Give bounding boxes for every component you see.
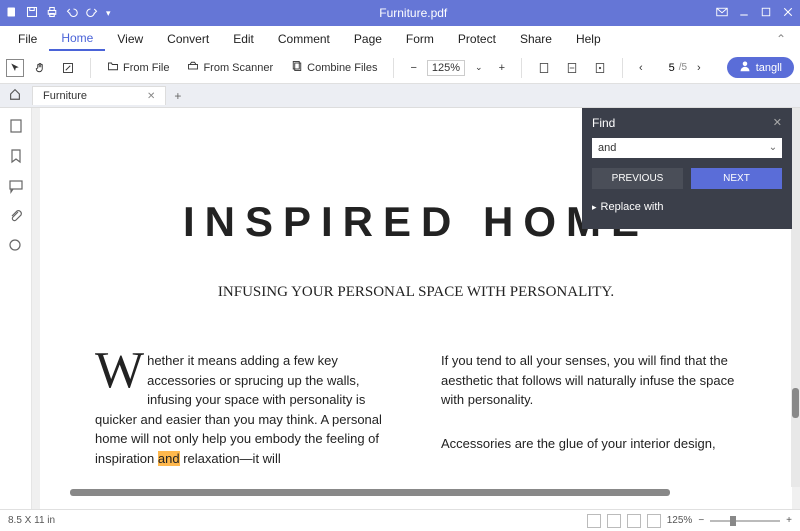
- menu-comment[interactable]: Comment: [266, 28, 342, 50]
- maximize-button[interactable]: [760, 6, 772, 21]
- ribbon-collapse-icon[interactable]: ⌃: [768, 28, 794, 50]
- from-file-button[interactable]: From File: [101, 57, 175, 78]
- user-icon: [739, 60, 751, 75]
- toolbar: From File From Scanner Combine Files − 1…: [0, 52, 800, 84]
- menu-page[interactable]: Page: [342, 28, 394, 50]
- minimize-button[interactable]: [738, 6, 750, 21]
- prev-page-button[interactable]: ‹: [633, 59, 649, 77]
- status-bar: 8.5 X 11 in 125% − +: [0, 509, 800, 531]
- menu-help[interactable]: Help: [564, 28, 613, 50]
- menu-protect[interactable]: Protect: [446, 28, 508, 50]
- combine-icon: [291, 60, 303, 75]
- zoom-out-button[interactable]: −: [404, 59, 422, 77]
- menu-view[interactable]: View: [105, 28, 155, 50]
- find-highlight: and: [158, 451, 180, 466]
- home-tab-icon[interactable]: [0, 87, 30, 104]
- scanner-icon: [187, 60, 199, 75]
- horizontal-scrollbar[interactable]: [40, 489, 790, 499]
- replace-toggle[interactable]: ▸ Replace with: [582, 195, 792, 219]
- thumbnail-panel-icon[interactable]: [8, 118, 24, 134]
- actual-size-icon[interactable]: [588, 59, 612, 77]
- replace-label: Replace with: [601, 201, 664, 213]
- find-previous-button[interactable]: PREVIOUS: [592, 168, 683, 189]
- user-name: tangll: [756, 62, 782, 74]
- zoom-dropdown-icon[interactable]: ⌄: [469, 59, 489, 76]
- from-file-label: From File: [123, 62, 169, 74]
- window-title: Furniture.pdf: [111, 6, 716, 20]
- new-tab-button[interactable]: +: [166, 89, 189, 103]
- zoom-value[interactable]: 125%: [427, 60, 465, 76]
- save-icon[interactable]: [26, 6, 38, 21]
- zoom-in-button[interactable]: +: [493, 59, 511, 77]
- hand-tool-icon[interactable]: [28, 59, 52, 77]
- menu-bar: File Home View Convert Edit Comment Page…: [0, 26, 800, 52]
- tab-label: Furniture: [43, 90, 87, 102]
- menu-form[interactable]: Form: [394, 28, 446, 50]
- title-bar: ▾ Furniture.pdf: [0, 0, 800, 26]
- next-page-button[interactable]: ›: [691, 59, 707, 77]
- tab-close-icon[interactable]: ✕: [147, 91, 155, 102]
- column-left: Whether it means adding a few key access…: [95, 351, 391, 468]
- from-scanner-button[interactable]: From Scanner: [181, 57, 279, 78]
- find-panel: Find ✕ ⌄ PREVIOUS NEXT ▸ Replace with: [582, 108, 792, 229]
- vertical-scrollbar[interactable]: [791, 108, 800, 487]
- page-total: /5: [679, 62, 687, 73]
- menu-file[interactable]: File: [6, 28, 49, 50]
- fit-width-icon[interactable]: [560, 59, 584, 77]
- column-right: If you tend to all your senses, you will…: [441, 351, 737, 468]
- select-tool-icon[interactable]: [6, 59, 24, 77]
- col2-text-a: If you tend to all your senses, you will…: [441, 351, 737, 410]
- find-close-icon[interactable]: ✕: [773, 116, 782, 130]
- menu-convert[interactable]: Convert: [155, 28, 221, 50]
- fit-page-icon[interactable]: [532, 59, 556, 77]
- mail-icon[interactable]: [716, 6, 728, 21]
- comment-panel-icon[interactable]: [8, 178, 24, 194]
- app-logo-icon: [6, 6, 18, 21]
- from-scanner-label: From Scanner: [203, 62, 273, 74]
- menu-share[interactable]: Share: [508, 28, 564, 50]
- col2-text-b: Accessories are the glue of your interio…: [441, 434, 737, 454]
- page-subheading: INFUSING YOUR PERSONAL SPACE WITH PERSON…: [95, 284, 737, 301]
- page-number-input[interactable]: [653, 62, 675, 74]
- print-icon[interactable]: [46, 6, 58, 21]
- folder-icon: [107, 60, 119, 75]
- combine-files-button[interactable]: Combine Files: [285, 57, 383, 78]
- menu-edit[interactable]: Edit: [221, 28, 266, 50]
- edit-tool-icon[interactable]: [56, 59, 80, 77]
- redo-icon[interactable]: [86, 6, 98, 21]
- chevron-right-icon: ▸: [592, 202, 597, 213]
- find-input[interactable]: [592, 138, 764, 158]
- document-tabs: Furniture ✕ +: [0, 84, 800, 108]
- menu-home[interactable]: Home: [49, 27, 105, 51]
- find-options-dropdown-icon[interactable]: ⌄: [764, 138, 782, 158]
- search-panel-icon[interactable]: [8, 238, 24, 254]
- undo-icon[interactable]: [66, 6, 78, 21]
- attachment-panel-icon[interactable]: [8, 208, 24, 224]
- close-button[interactable]: [782, 6, 794, 21]
- bookmark-panel-icon[interactable]: [8, 148, 24, 164]
- drop-cap: W: [95, 351, 147, 391]
- tab-furniture[interactable]: Furniture ✕: [32, 86, 166, 105]
- combine-label: Combine Files: [307, 62, 377, 74]
- find-next-button[interactable]: NEXT: [691, 168, 782, 189]
- col1-text-b: relaxation—it will: [180, 451, 281, 466]
- find-title: Find: [592, 116, 615, 130]
- sidebar: [0, 108, 32, 509]
- user-button[interactable]: tangll: [727, 57, 794, 78]
